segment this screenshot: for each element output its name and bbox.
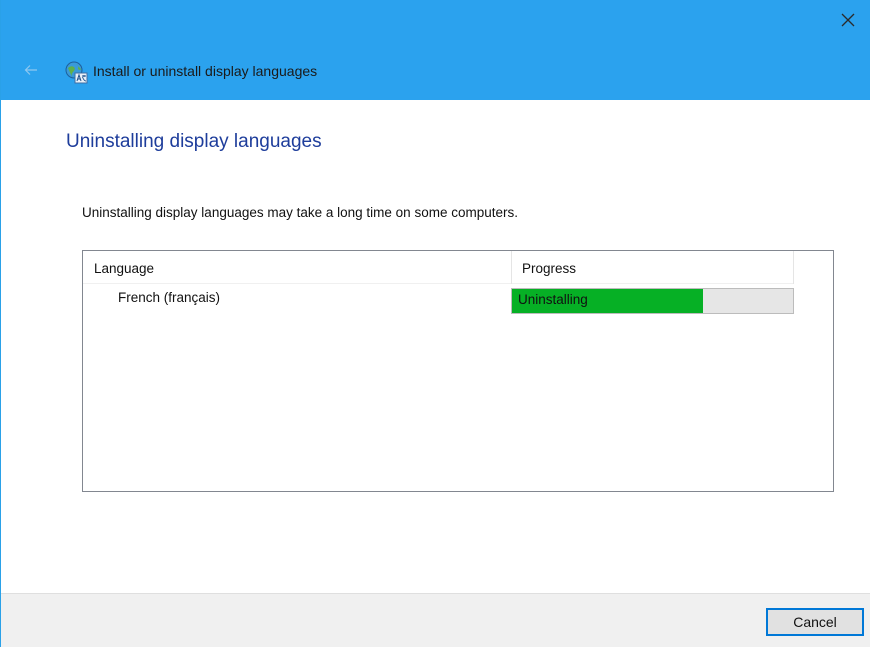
close-button[interactable] xyxy=(825,0,870,40)
language-name: French (français) xyxy=(118,290,221,305)
back-button[interactable] xyxy=(19,60,43,80)
language-globe-icon xyxy=(65,61,88,84)
column-header-language[interactable]: Language xyxy=(94,251,510,284)
page-heading: Uninstalling display languages xyxy=(66,131,322,152)
close-icon xyxy=(841,13,855,27)
column-header-progress[interactable]: Progress xyxy=(511,251,794,284)
list-item[interactable]: French (français) Uninstalling xyxy=(83,286,833,316)
description-text: Uninstalling display languages may take … xyxy=(82,205,518,220)
progress-bar: Uninstalling xyxy=(511,288,794,314)
window-title: Install or uninstall display languages xyxy=(93,63,318,79)
footer-bar: Cancel xyxy=(1,593,870,647)
cancel-button[interactable]: Cancel xyxy=(766,608,864,636)
list-header: Language Progress xyxy=(83,251,794,284)
back-arrow-icon xyxy=(24,65,37,75)
language-list[interactable]: Language Progress French (français) Unin… xyxy=(82,250,834,492)
dialog-window: Install or uninstall display languages U… xyxy=(0,0,870,647)
progress-status: Uninstalling xyxy=(518,292,588,307)
title-bar: Install or uninstall display languages xyxy=(1,0,870,100)
